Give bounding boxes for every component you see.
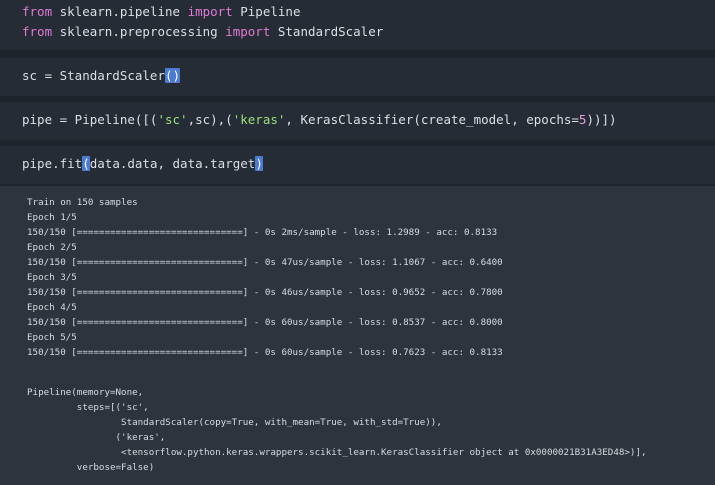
code-line[interactable]: pipe = Pipeline([('sc',sc),('keras', Ker…	[22, 112, 617, 128]
output-line: steps=[('sc',	[27, 402, 149, 413]
code-token: ))])	[586, 112, 617, 127]
code-token: (	[82, 156, 90, 171]
code-token: from	[22, 24, 53, 39]
code-cell-fit[interactable]: pipe.fit(data.data, data.target)	[0, 146, 715, 184]
output-line: 150/150 [==============================]…	[27, 317, 503, 328]
output-line: ('keras',	[27, 432, 166, 443]
code-cell-scaler[interactable]: sc = StandardScaler()	[0, 58, 715, 96]
output-line: Pipeline(memory=None,	[27, 387, 144, 398]
code-token: sklearn.pipeline	[52, 4, 188, 19]
code-token: pipe.fit	[22, 156, 83, 171]
code-token: 'keras'	[232, 112, 286, 127]
code-token: StandardScaler	[270, 24, 384, 39]
code-cell-imports[interactable]: from sklearn.pipeline import Pipeline fr…	[0, 0, 715, 50]
code-token: import	[225, 24, 271, 39]
code-token: from	[22, 4, 53, 19]
code-line[interactable]: from sklearn.preprocessing import Standa…	[22, 24, 383, 40]
code-token: data.data, data.target	[89, 156, 256, 171]
output-line: Train on 150 samples	[27, 197, 138, 208]
output-line: 150/150 [==============================]…	[27, 287, 503, 298]
output-line: verbose=False)	[27, 462, 155, 473]
code-token: , KerasClassifier(create_model, epochs=	[285, 112, 579, 127]
cell-output: Train on 150 samples Epoch 1/5 150/150 […	[0, 186, 715, 485]
code-token: pipe = Pipeline([(	[22, 112, 158, 127]
code-line[interactable]: from sklearn.pipeline import Pipeline	[22, 4, 300, 20]
code-token: Pipeline	[232, 4, 301, 19]
code-line[interactable]: sc = StandardScaler()	[22, 68, 181, 84]
code-token: sklearn.preprocessing	[52, 24, 226, 39]
notebook-page: from sklearn.pipeline import Pipeline fr…	[0, 0, 715, 485]
code-token: sc = StandardScaler	[22, 68, 165, 83]
output-line: Epoch 1/5	[27, 212, 77, 223]
output-line: Epoch 2/5	[27, 242, 77, 253]
output-line: Epoch 3/5	[27, 272, 77, 283]
output-line: Epoch 5/5	[27, 332, 77, 343]
code-token: 'sc'	[157, 112, 188, 127]
output-line: Epoch 4/5	[27, 302, 77, 313]
code-token: ,sc),(	[187, 112, 233, 127]
code-token: ()	[165, 68, 181, 83]
code-line[interactable]: pipe.fit(data.data, data.target)	[22, 156, 263, 172]
output-line: 150/150 [==============================]…	[27, 347, 503, 358]
output-line: 150/150 [==============================]…	[27, 257, 503, 268]
code-token: )	[255, 156, 263, 171]
output-line: 150/150 [==============================]…	[27, 227, 498, 238]
output-line: StandardScaler(copy=True, with_mean=True…	[27, 417, 442, 428]
code-cell-pipeline[interactable]: pipe = Pipeline([('sc',sc),('keras', Ker…	[0, 102, 715, 140]
output-line: <tensorflow.python.keras.wrappers.scikit…	[27, 447, 647, 458]
code-token: import	[187, 4, 233, 19]
